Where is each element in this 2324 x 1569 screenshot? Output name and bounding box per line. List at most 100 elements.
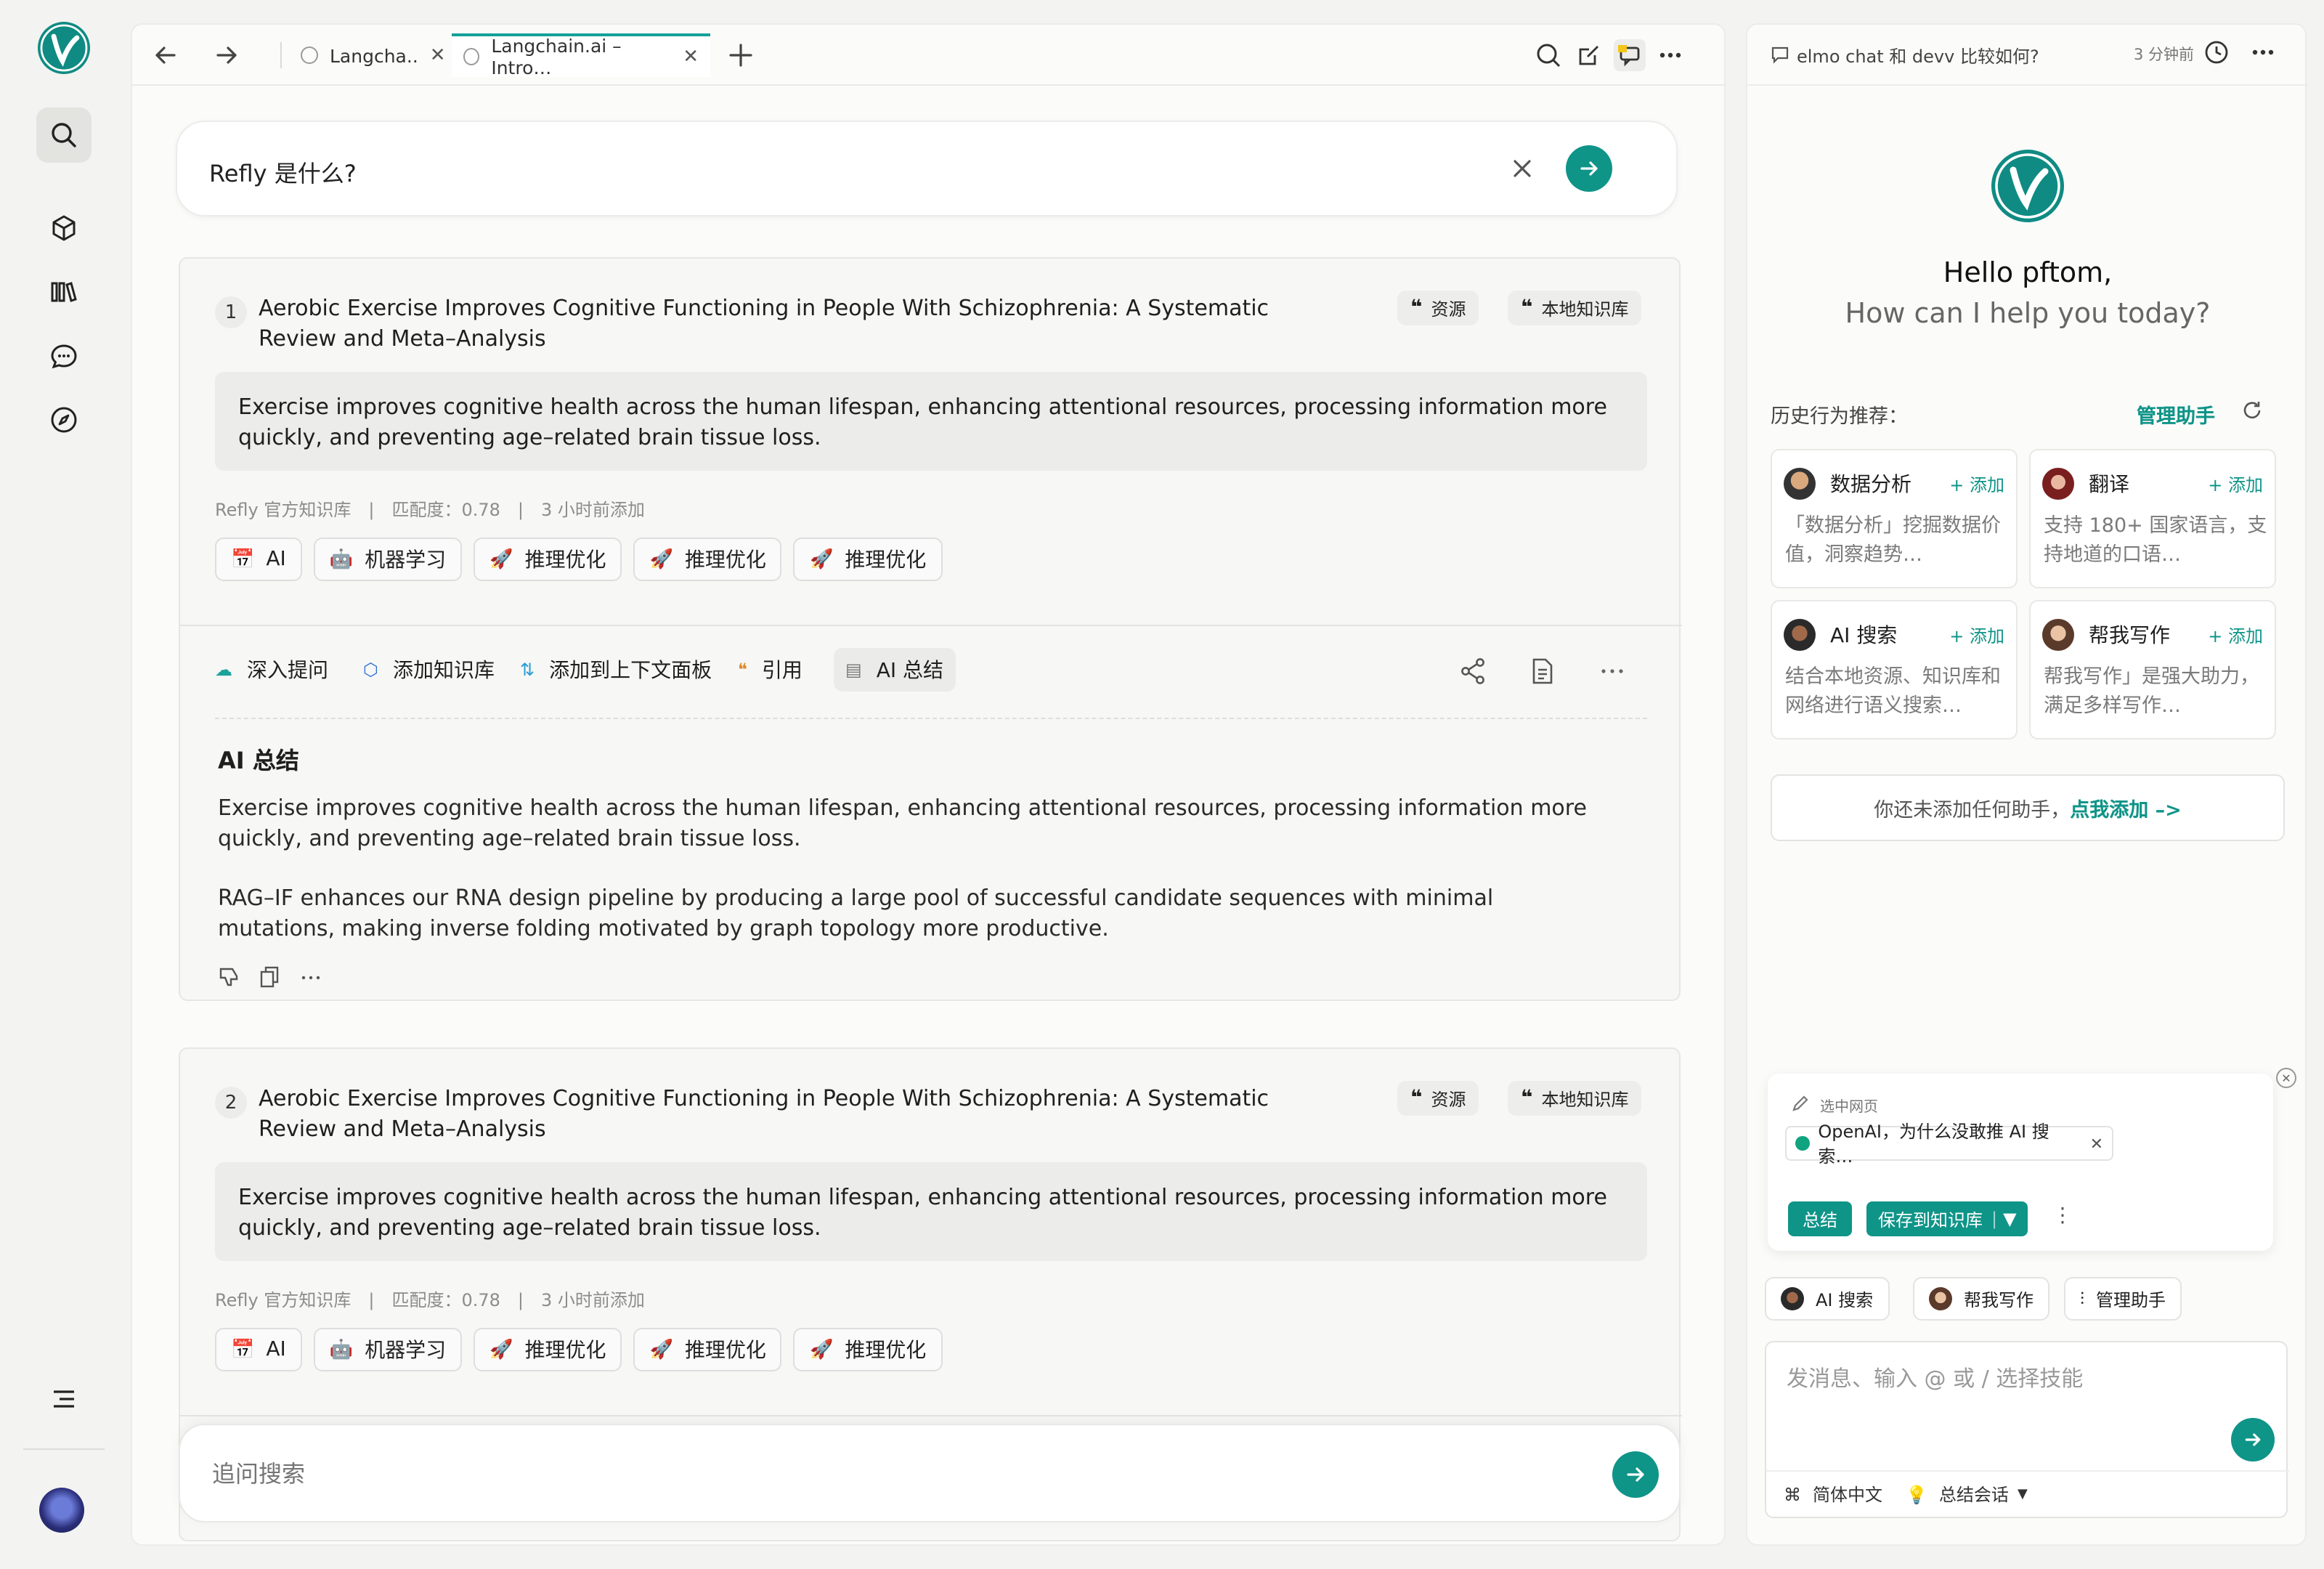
caret-down-icon[interactable]: ▼ <box>2003 1209 2016 1229</box>
submit-search-button[interactable] <box>1566 145 1612 192</box>
save-to-kb-button[interactable]: 保存到知识库 | ▼ <box>1866 1201 2028 1236</box>
history-clock-icon[interactable] <box>2203 39 2230 65</box>
tag[interactable]: 🚀 推理优化 <box>793 1328 943 1371</box>
chat-icon[interactable] <box>36 328 92 384</box>
back-arrow-icon[interactable] <box>150 39 182 71</box>
main-panel: Langcha.. ✕ Langchain.ai – Intro… ✕ Refl… <box>131 23 1726 1546</box>
copy-icon[interactable] <box>259 965 282 988</box>
skill-name: 帮我写作 <box>2089 625 2170 648</box>
quote-icon: ❝ <box>1410 1087 1423 1110</box>
tag[interactable]: 🚀 推理优化 <box>793 538 943 581</box>
rocket-icon: 🚀 <box>649 1339 673 1361</box>
more-icon[interactable] <box>299 965 322 988</box>
more-vertical-icon[interactable]: ⋮ <box>2052 1204 2073 1228</box>
settings-sliders-icon: ⫶ <box>2080 1288 2085 1308</box>
more-icon[interactable] <box>2250 39 2276 65</box>
chip-manage[interactable]: ⫶ 管理助手 <box>2064 1277 2182 1321</box>
clear-icon[interactable] <box>1511 157 1534 180</box>
tab-langchain-1[interactable]: Langcha.. ✕ <box>289 33 458 77</box>
search-query[interactable]: Refly 是什么? <box>209 154 357 189</box>
tag[interactable]: 🚀 推理优化 <box>474 1328 622 1371</box>
mode-selector[interactable]: 💡 总结会话 ▼ <box>1906 1482 2028 1507</box>
close-context-icon[interactable]: ✕ <box>2276 1068 2296 1088</box>
search-icon[interactable] <box>36 108 92 163</box>
source-badge[interactable]: ❝ 资源 <box>1397 291 1479 325</box>
cite-button[interactable]: ❝ 引用 <box>726 648 814 692</box>
deep-ask-button[interactable]: ☁ 深入提问 <box>203 648 340 692</box>
result-title[interactable]: Aerobic Exercise Improves Cognitive Func… <box>259 293 1319 354</box>
kb-badge[interactable]: ❝ 本地知识库 <box>1508 291 1642 325</box>
robot-icon: 🤖 <box>329 548 354 570</box>
add-kb-button[interactable]: ⬡ 添加知识库 <box>352 648 506 692</box>
source-badge[interactable]: ❝ 资源 <box>1397 1081 1479 1116</box>
chat-input-placeholder[interactable]: 发消息、输入 @ 或 / 选择技能 <box>1787 1363 2083 1393</box>
chat-input-box[interactable]: 发消息、输入 @ 或 / 选择技能 ⌘ 简体中文 💡 总结会话 ▼ <box>1765 1341 2289 1518</box>
document-icon[interactable] <box>1528 657 1557 686</box>
edit-icon[interactable] <box>1573 39 1605 71</box>
add-skill-button[interactable]: + 添加 <box>1949 623 2004 648</box>
search-icon[interactable] <box>1532 39 1564 71</box>
result-card: 1 Aerobic Exercise Improves Cognitive Fu… <box>179 257 1682 1001</box>
skill-card-ai-search[interactable]: AI 搜索 + 添加 结合本地资源、知识库和网络进行语义搜索… <box>1771 600 2018 739</box>
close-tab-icon[interactable]: ✕ <box>683 46 699 68</box>
tag[interactable]: 🤖 机器学习 <box>313 538 463 581</box>
tag[interactable]: 🚀 推理优化 <box>633 538 782 581</box>
add-skill-button[interactable]: + 添加 <box>2208 472 2263 497</box>
language-selector[interactable]: ⌘ 简体中文 <box>1784 1482 1882 1507</box>
menu-icon[interactable] <box>36 1371 92 1427</box>
chip-writing[interactable]: 帮我写作 <box>1913 1277 2050 1321</box>
kb-badge[interactable]: ❝ 本地知识库 <box>1508 1081 1642 1116</box>
refresh-icon[interactable] <box>2241 400 2263 421</box>
tag[interactable]: 🤖 机器学习 <box>313 1328 463 1371</box>
library-icon[interactable] <box>36 264 92 320</box>
add-context-button[interactable]: ⇅ 添加到上下文面板 <box>508 648 723 692</box>
compass-icon[interactable] <box>36 392 92 447</box>
summary-divider <box>215 718 1647 719</box>
user-avatar[interactable] <box>39 1488 84 1533</box>
refly-logo-icon <box>1991 150 2064 222</box>
share-icon[interactable] <box>1458 657 1487 686</box>
close-tab-icon[interactable]: ✕ <box>430 44 446 66</box>
close-icon[interactable]: ✕ <box>2090 1134 2103 1153</box>
skill-name: 数据分析 <box>1830 474 1911 497</box>
ai-summary-button[interactable]: ▤ AI 总结 <box>834 648 955 692</box>
robot-icon: 🤖 <box>329 1339 354 1361</box>
add-skill-button[interactable]: + 添加 <box>1949 472 2004 497</box>
thread-title[interactable]: elmo chat 和 devv 比较如何? <box>1797 44 2039 68</box>
follow-up-input[interactable] <box>212 1454 1519 1492</box>
quote-icon: ❝ <box>1410 296 1423 320</box>
chat-panel-icon[interactable] <box>1614 39 1646 71</box>
add-skill-link[interactable]: 点我添加 –> <box>2070 793 2182 822</box>
doc-icon: ▤ <box>845 660 862 680</box>
new-tab-plus-icon[interactable] <box>725 39 757 71</box>
tag[interactable]: 📅 AI <box>215 1328 302 1371</box>
more-icon[interactable] <box>1654 39 1686 71</box>
pen-icon <box>1791 1094 1810 1113</box>
follow-up-submit-button[interactable] <box>1612 1451 1659 1498</box>
add-skill-button[interactable]: + 添加 <box>2208 623 2263 648</box>
selected-page-chip[interactable]: OpenAI，为什么没敢推 AI 搜索… ✕ <box>1785 1122 2113 1167</box>
tab-langchain-2[interactable]: Langchain.ai – Intro… ✕ <box>452 33 710 78</box>
forward-arrow-icon[interactable] <box>211 39 243 71</box>
more-icon[interactable] <box>1598 657 1627 686</box>
result-title[interactable]: Aerobic Exercise Improves Cognitive Func… <box>259 1084 1319 1145</box>
chat-bubble-icon <box>1771 45 1789 64</box>
left-rail <box>0 0 128 1569</box>
skill-card-translate[interactable]: 翻译 + 添加 支持 180+ 国家语言，支持地道的口语… <box>2029 449 2276 588</box>
tag[interactable]: 📅 AI <box>215 538 302 581</box>
skill-card-data-analysis[interactable]: 数据分析 + 添加 「数据分析」挖掘数据价值，洞察趋势… <box>1771 449 2018 588</box>
skill-card-writing[interactable]: 帮我写作 + 添加 帮我写作」是强大助力，满足多样写作… <box>2029 600 2276 739</box>
tag[interactable]: 🚀 推理优化 <box>633 1328 782 1371</box>
send-button[interactable] <box>2231 1418 2275 1461</box>
summary-button[interactable]: 总结 <box>1788 1201 1853 1236</box>
chip-ai-search[interactable]: AI 搜索 <box>1765 1277 1890 1321</box>
refly-logo-icon[interactable] <box>38 22 90 74</box>
search-box[interactable]: Refly 是什么? <box>176 121 1678 216</box>
card-divider <box>180 625 1682 626</box>
manage-assistant-link[interactable]: 管理助手 <box>2137 400 2215 429</box>
tag[interactable]: 🚀 推理优化 <box>474 538 622 581</box>
cube-icon[interactable] <box>36 200 92 256</box>
thumbs-down-icon[interactable] <box>218 965 241 988</box>
follow-up-box[interactable] <box>179 1424 1681 1523</box>
result-quote: Exercise improves cognitive health acros… <box>215 1162 1647 1261</box>
